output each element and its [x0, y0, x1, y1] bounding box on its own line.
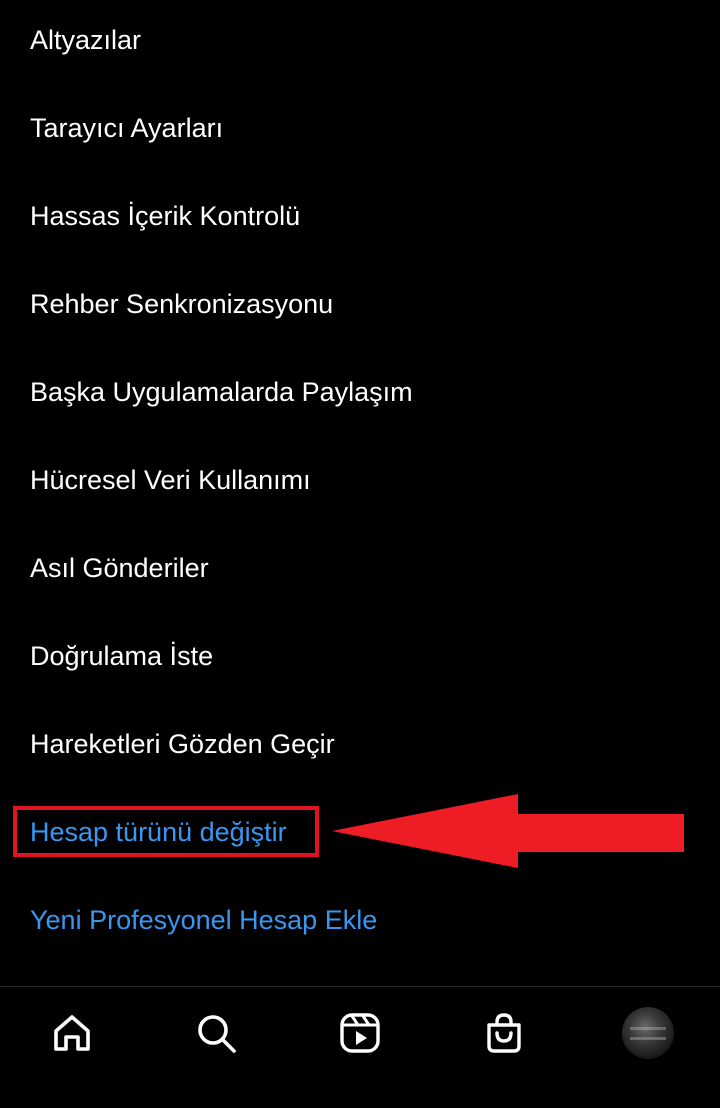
menu-item-request-verification[interactable]: Doğrulama İste	[30, 626, 213, 686]
menu-item-sensitive-content[interactable]: Hassas İçerik Kontrolü	[30, 186, 300, 246]
pointer-arrow	[332, 794, 684, 868]
search-icon[interactable]	[192, 1009, 240, 1057]
profile-avatar[interactable]	[622, 1007, 674, 1059]
menu-item-browser-settings[interactable]: Tarayıcı Ayarları	[30, 98, 223, 158]
shop-icon[interactable]	[480, 1009, 528, 1057]
home-icon[interactable]	[48, 1009, 96, 1057]
menu-item-cellular-data[interactable]: Hücresel Veri Kullanımı	[30, 450, 311, 510]
menu-item-contact-sync[interactable]: Rehber Senkronizasyonu	[30, 274, 333, 334]
reels-icon[interactable]	[336, 1009, 384, 1057]
menu-item-captions[interactable]: Altyazılar	[30, 10, 141, 70]
menu-item-original-posts[interactable]: Asıl Gönderiler	[30, 538, 209, 598]
menu-item-sharing-other-apps[interactable]: Başka Uygulamalarda Paylaşım	[30, 362, 413, 422]
highlight-box	[13, 806, 319, 857]
add-professional-account-link[interactable]: Yeni Profesyonel Hesap Ekle	[30, 890, 377, 950]
menu-item-review-activity[interactable]: Hareketleri Gözden Geçir	[30, 714, 335, 774]
bottom-navigation-bar	[0, 986, 720, 1108]
